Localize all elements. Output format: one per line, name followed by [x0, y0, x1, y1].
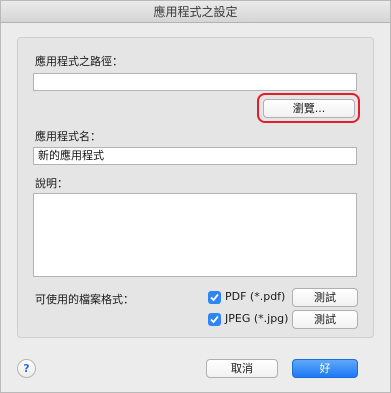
pdf-checkbox[interactable]	[208, 291, 221, 304]
description-textarea[interactable]	[33, 193, 357, 277]
jpeg-checkbox[interactable]	[208, 313, 221, 326]
jpeg-format-label: JPEG (*.jpg)	[225, 312, 289, 325]
cancel-button[interactable]: 取消	[206, 359, 278, 378]
checkmark-icon	[210, 315, 219, 324]
formats-label: 可使用的檔案格式：	[35, 293, 134, 306]
app-name-label: 應用程式名：	[35, 130, 101, 143]
pdf-test-button[interactable]: 測試	[292, 288, 358, 307]
app-name-input[interactable]: 新的應用程式	[33, 147, 357, 165]
path-input[interactable]	[33, 73, 357, 91]
help-icon[interactable]: ?	[17, 359, 36, 378]
jpeg-test-button[interactable]: 測試	[292, 310, 358, 329]
description-label: 說明：	[35, 177, 68, 190]
window-title: 應用程式之設定	[1, 1, 390, 23]
settings-dialog: 應用程式之設定 應用程式之路徑： 瀏覽... 應用程式名： 新的應用程式 說明：…	[0, 0, 391, 393]
ok-button[interactable]: 好	[292, 359, 358, 378]
browse-button[interactable]: 瀏覽...	[263, 99, 355, 118]
pdf-format-label: PDF (*.pdf)	[225, 290, 286, 303]
path-label: 應用程式之路徑：	[35, 55, 123, 68]
checkmark-icon	[210, 293, 219, 302]
